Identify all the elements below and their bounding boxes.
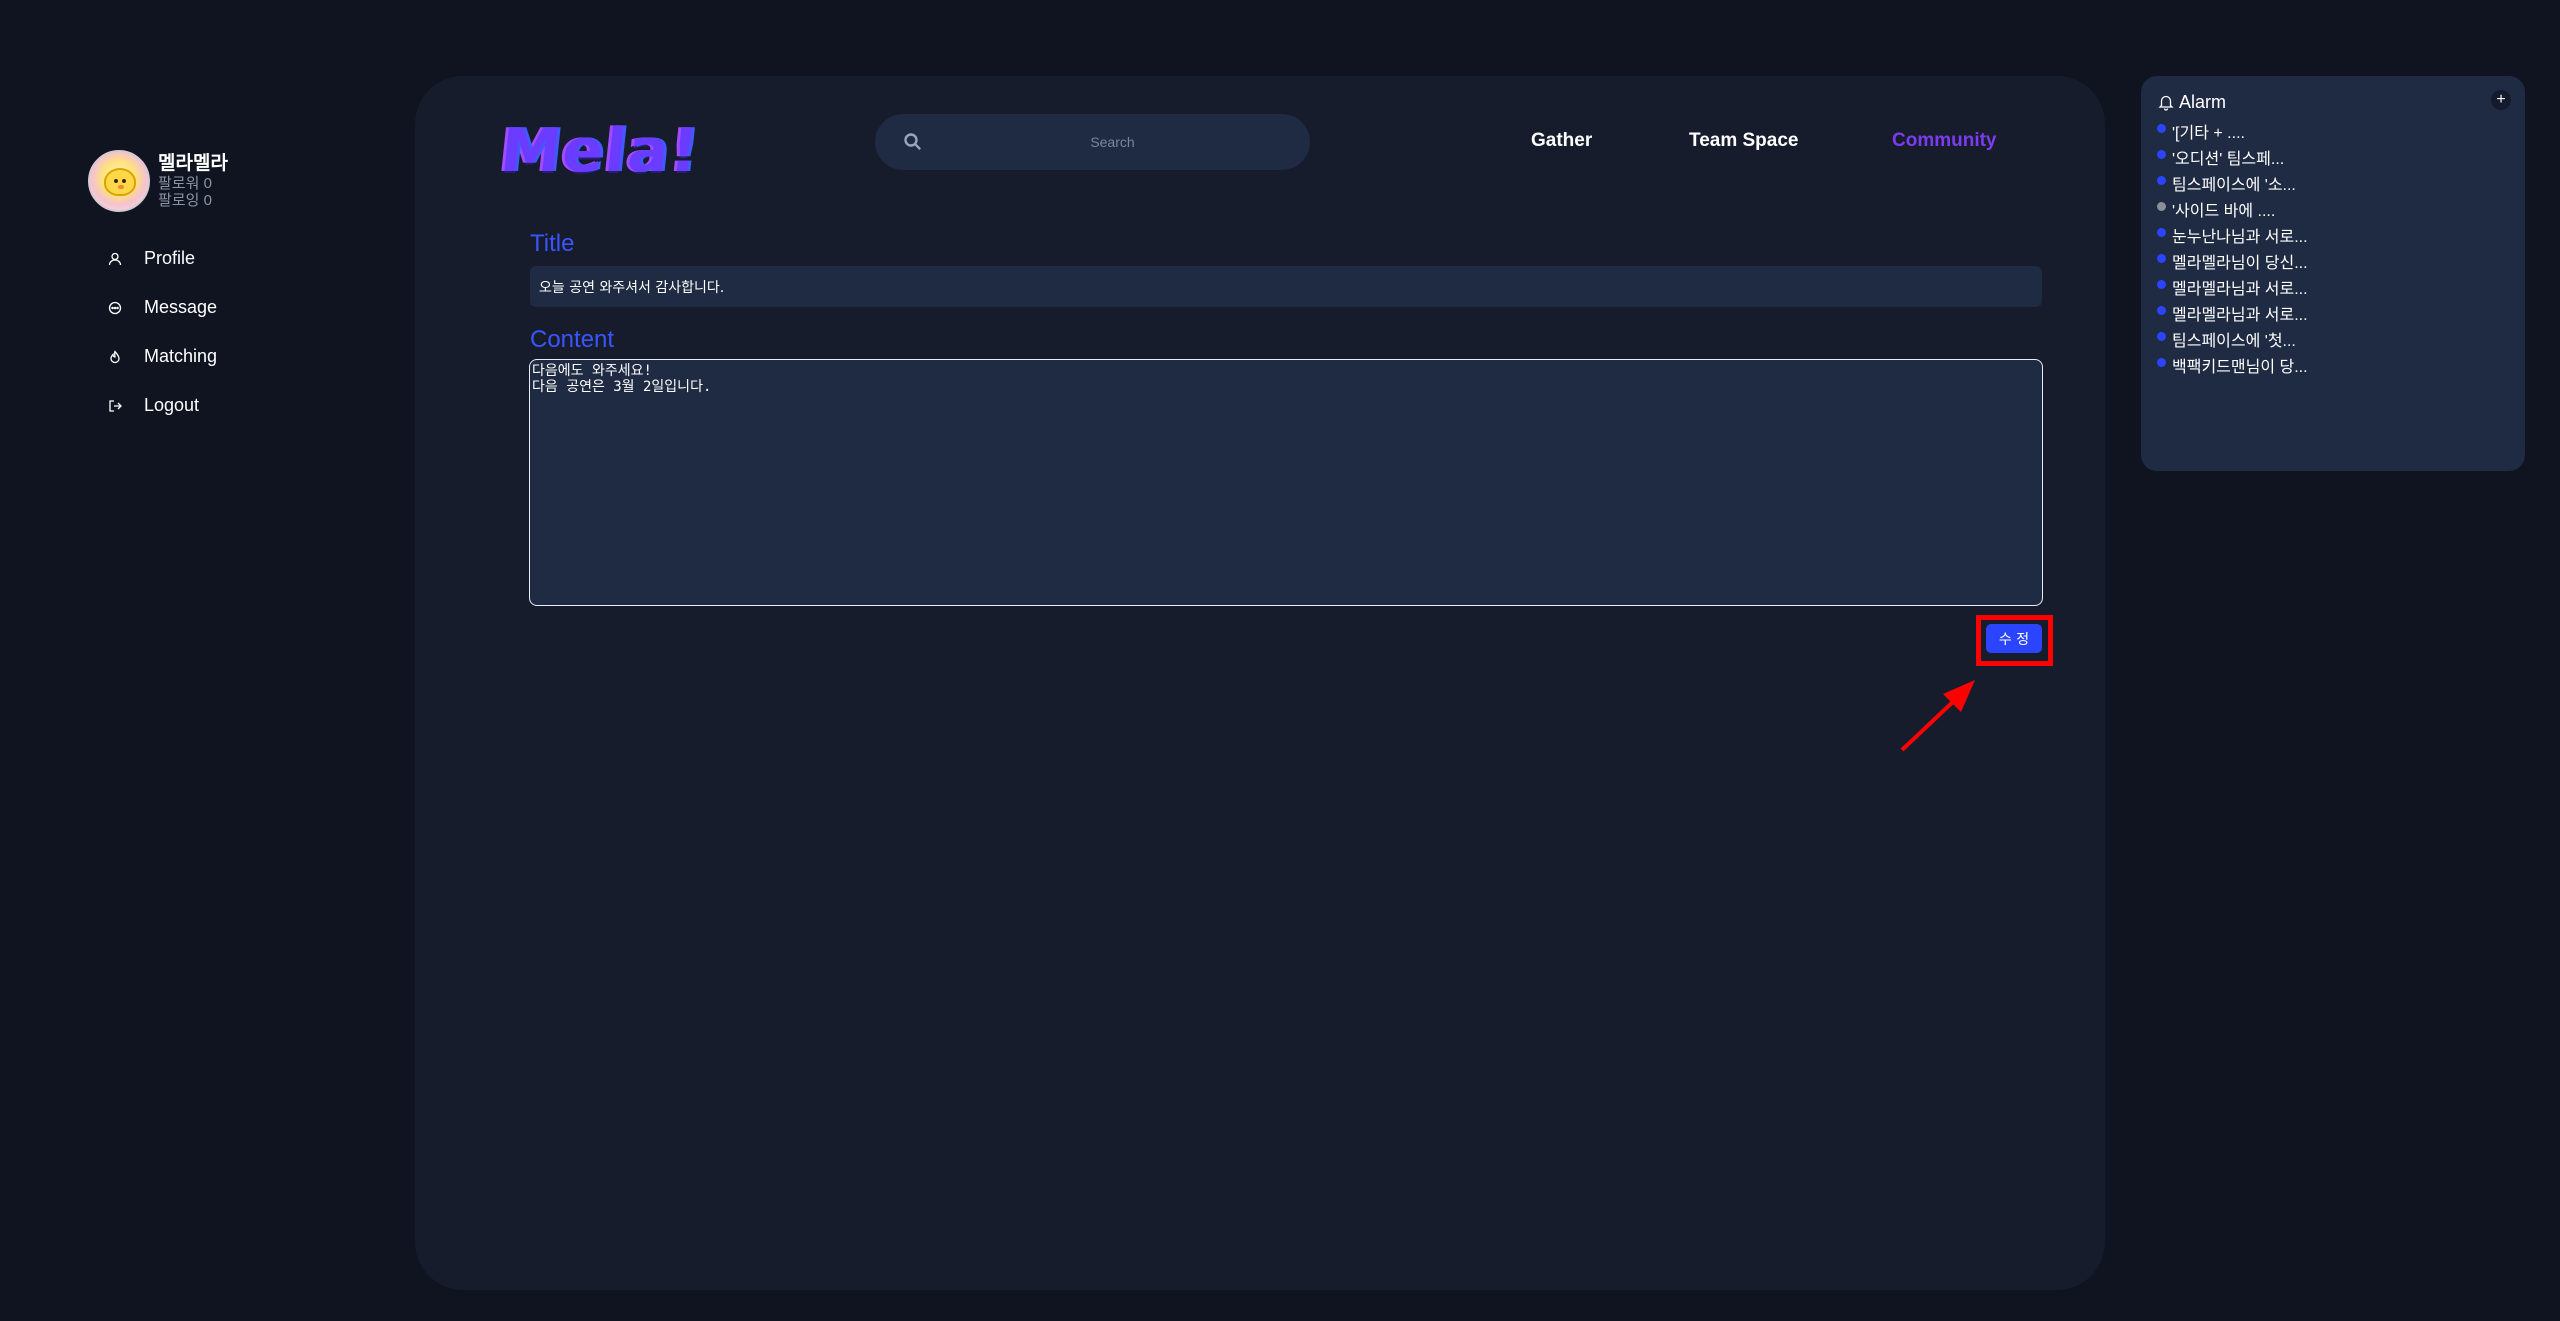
main-panel: Mela! Gather Team Space Community Title … [415, 76, 2105, 1290]
unread-dot-icon [2157, 175, 2166, 185]
unread-dot-icon [2157, 253, 2166, 263]
alarm-item[interactable]: 멜라멜라님과 서로... [2157, 300, 2509, 326]
nav-team-space[interactable]: Team Space [1689, 130, 1798, 152]
unread-dot-icon [2157, 123, 2166, 133]
content-label: Content [530, 326, 615, 353]
alarm-panel: Alarm + '[기타 + .... '오디션' 팀스페... 팀스페이스에 … [2141, 76, 2525, 471]
unread-dot-icon [2157, 149, 2166, 159]
avatar-face [104, 168, 136, 196]
alarm-item[interactable]: 멜라멜라님이 당신... [2157, 248, 2509, 274]
alarm-title: Alarm [2179, 91, 2227, 112]
username: 멜라멜라 [158, 152, 228, 174]
unread-dot-icon [2157, 279, 2166, 289]
title-input[interactable] [530, 266, 2042, 307]
read-dot-icon [2157, 201, 2166, 211]
sidebar-item-matching[interactable]: Matching [88, 332, 328, 381]
alarm-header: Alarm [2157, 90, 2509, 114]
profile-meta: 멜라멜라 팔로워 0 팔로잉 0 [158, 153, 228, 209]
user-icon [106, 250, 124, 268]
following-count: 팔로잉 0 [158, 191, 212, 209]
side-nav: Profile Message Matching Logout [88, 234, 328, 430]
content-textarea[interactable]: 다음에도 와주세요! 다음 공연은 3월 2일입니다. [529, 359, 2043, 606]
followers-count: 팔로워 0 [158, 174, 212, 192]
alarm-add-button[interactable]: + [2491, 90, 2511, 110]
sidebar-item-label: Profile [144, 248, 196, 268]
alarm-list: '[기타 + .... '오디션' 팀스페... 팀스페이스에 '소... '사… [2157, 118, 2509, 378]
sidebar-item-label: Message [144, 297, 218, 317]
alarm-item[interactable]: 백팩키드맨님이 당... [2157, 352, 2509, 378]
bell-icon [2158, 95, 2174, 111]
alarm-item[interactable]: 팀스페이스에 '소... [2157, 170, 2509, 196]
message-icon [106, 299, 124, 317]
profile-header: 멜라멜라 팔로워 0 팔로잉 0 [88, 150, 328, 212]
alarm-item[interactable]: '오디션' 팀스페... [2157, 144, 2509, 170]
sidebar-item-label: Matching [144, 346, 218, 366]
sidebar-item-label: Logout [144, 395, 200, 415]
app-root: 멜라멜라 팔로워 0 팔로잉 0 Profile Message Matchin… [0, 0, 2560, 1321]
sidebar: 멜라멜라 팔로워 0 팔로잉 0 Profile Message Matchin… [88, 150, 328, 430]
title-label: Title [530, 230, 575, 257]
unread-dot-icon [2157, 305, 2166, 315]
nav-gather[interactable]: Gather [1531, 130, 1592, 152]
sidebar-item-logout[interactable]: Logout [88, 381, 328, 430]
alarm-item[interactable]: '[기타 + .... [2157, 118, 2509, 144]
alarm-item[interactable]: 멜라멜라님과 서로... [2157, 274, 2509, 300]
alarm-item[interactable]: 눈누난나님과 서로... [2157, 222, 2509, 248]
alarm-item[interactable]: '사이드 바에 .... [2157, 196, 2509, 222]
unread-dot-icon [2157, 331, 2166, 341]
logout-icon [106, 397, 124, 415]
matching-icon [106, 348, 124, 366]
annotation-arrow-icon [1900, 680, 1975, 752]
nav-community[interactable]: Community [1892, 130, 1997, 152]
unread-dot-icon [2157, 227, 2166, 237]
top-nav: Gather Team Space Community [415, 130, 2105, 160]
avatar[interactable] [88, 150, 150, 212]
sidebar-item-message[interactable]: Message [88, 283, 328, 332]
sidebar-item-profile[interactable]: Profile [88, 234, 328, 283]
edit-submit-button[interactable]: 수 정 [1986, 624, 2042, 653]
alarm-item[interactable]: 팀스페이스에 '첫... [2157, 326, 2509, 352]
unread-dot-icon [2157, 357, 2166, 367]
